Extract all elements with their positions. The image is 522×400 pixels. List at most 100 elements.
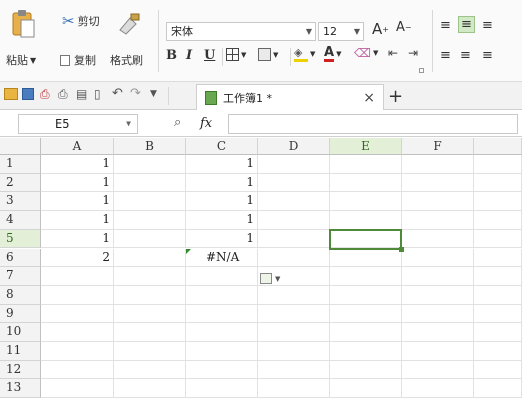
open-folder-icon[interactable]	[4, 88, 18, 100]
cell-C3[interactable]: 1	[186, 192, 258, 212]
formula-input[interactable]	[228, 114, 518, 134]
cell-D8[interactable]	[258, 285, 330, 305]
cell-F9[interactable]	[402, 304, 474, 324]
pdf-export-icon[interactable]: ⎙	[40, 87, 50, 102]
cell-E13[interactable]	[330, 379, 402, 399]
row-header-13[interactable]: 13	[0, 379, 41, 399]
zoom-search-icon[interactable]: ⌕	[174, 115, 181, 130]
cell-F7[interactable]	[402, 267, 474, 286]
cell-B4[interactable]	[114, 211, 186, 230]
tab-workbook[interactable]: 工作簿1 * ×	[196, 84, 384, 110]
cell-B2[interactable]	[114, 173, 186, 193]
cell-G4[interactable]	[474, 211, 522, 230]
close-icon[interactable]: ×	[363, 90, 375, 106]
column-header-G[interactable]	[474, 138, 522, 155]
cell-B6[interactable]	[114, 248, 186, 268]
cell-E8[interactable]	[330, 285, 402, 305]
cell-F1[interactable]	[402, 155, 474, 174]
decrease-indent-button[interactable]: ⇤	[388, 46, 398, 60]
cell-C12[interactable]	[186, 360, 258, 380]
cell-A11[interactable]	[41, 342, 114, 361]
shrink-font-button[interactable]: A −	[396, 20, 412, 35]
cell-E10[interactable]	[330, 323, 402, 342]
cell-F12[interactable]	[402, 360, 474, 380]
row-header-8[interactable]: 8	[0, 285, 41, 305]
paste-options-button[interactable]: ▼	[260, 273, 280, 284]
cell-A7[interactable]	[41, 267, 114, 286]
cell-G13[interactable]	[474, 379, 522, 399]
cell-E3[interactable]	[330, 192, 402, 212]
document-icon[interactable]: ▯	[94, 87, 101, 101]
cell-B5[interactable]	[114, 229, 186, 249]
increase-indent-button[interactable]: ⇥	[408, 46, 418, 60]
align-left-button[interactable]: ≡	[440, 48, 451, 63]
align-center-button[interactable]: ≡	[460, 48, 471, 63]
bold-button[interactable]: B	[166, 48, 177, 63]
row-header-1[interactable]: 1	[0, 155, 41, 174]
cell-C1[interactable]: 1	[186, 155, 258, 174]
align-top-button[interactable]: ≡	[440, 18, 451, 33]
new-tab-button[interactable]: +	[388, 86, 403, 107]
font-size-select[interactable]: 12 ▼	[318, 22, 364, 41]
name-box[interactable]: E5 ▼	[18, 114, 138, 134]
grow-font-button[interactable]: A +	[372, 20, 389, 38]
cell-F8[interactable]	[402, 285, 474, 305]
cell-A2[interactable]: 1	[41, 173, 114, 193]
cell-C8[interactable]	[186, 285, 258, 305]
row-header-11[interactable]: 11	[0, 342, 41, 361]
cell-A9[interactable]	[41, 304, 114, 324]
cell-G1[interactable]	[474, 155, 522, 174]
cell-B10[interactable]	[114, 323, 186, 342]
cell-A6[interactable]: 2	[41, 248, 114, 268]
cell-F11[interactable]	[402, 342, 474, 361]
cell-G5[interactable]	[474, 229, 522, 249]
cell-G3[interactable]	[474, 192, 522, 212]
cell-D13[interactable]	[258, 379, 330, 399]
cell-C4[interactable]: 1	[186, 211, 258, 230]
column-header-C[interactable]: C	[186, 138, 258, 155]
cell-B1[interactable]	[114, 155, 186, 174]
fx-icon[interactable]: fx	[200, 116, 212, 131]
align-right-button[interactable]: ≡	[482, 48, 493, 63]
redo-icon[interactable]: ↷	[130, 86, 141, 101]
align-bottom-button[interactable]: ≡	[482, 18, 493, 33]
row-header-10[interactable]: 10	[0, 323, 41, 342]
cell-A8[interactable]	[41, 285, 114, 305]
cell-D11[interactable]	[258, 342, 330, 361]
save-icon[interactable]	[22, 88, 34, 100]
cell-A3[interactable]: 1	[41, 192, 114, 212]
cell-E11[interactable]	[330, 342, 402, 361]
cell-E4[interactable]	[330, 211, 402, 230]
selected-cell-E5[interactable]	[329, 229, 404, 252]
column-header-F[interactable]: F	[402, 138, 474, 155]
border-button[interactable]: ▼	[226, 48, 246, 61]
cell-G6[interactable]	[474, 248, 522, 268]
cell-E7[interactable]	[330, 267, 402, 286]
cell-F4[interactable]	[402, 211, 474, 230]
format-painter-button[interactable]: 格式刷	[110, 52, 143, 68]
cell-A4[interactable]: 1	[41, 211, 114, 230]
column-header-D[interactable]: D	[258, 138, 330, 155]
align-middle-button[interactable]: ≡	[458, 16, 475, 33]
print-icon[interactable]: ⎙	[58, 87, 68, 102]
cell-F3[interactable]	[402, 192, 474, 212]
dialog-launcher-icon[interactable]	[419, 68, 424, 73]
cell-D12[interactable]	[258, 360, 330, 380]
row-header-6[interactable]: 6	[0, 248, 41, 268]
cell-C9[interactable]	[186, 304, 258, 324]
cell-F5[interactable]	[402, 229, 474, 249]
cell-B7[interactable]	[114, 267, 186, 286]
row-header-12[interactable]: 12	[0, 360, 41, 380]
cell-A5[interactable]: 1	[41, 229, 114, 249]
print-preview-icon[interactable]: ▤	[76, 87, 87, 101]
cell-B3[interactable]	[114, 192, 186, 212]
paste-icon[interactable]	[10, 9, 36, 39]
cell-D2[interactable]	[258, 173, 330, 193]
cell-B11[interactable]	[114, 342, 186, 361]
cell-G2[interactable]	[474, 173, 522, 193]
row-header-5[interactable]: 5	[0, 229, 41, 249]
paste-button[interactable]: 粘贴 ▼	[6, 52, 36, 68]
column-header-B[interactable]: B	[114, 138, 186, 155]
fill-color-button[interactable]: ◈ ▼	[294, 46, 315, 62]
cell-E1[interactable]	[330, 155, 402, 174]
